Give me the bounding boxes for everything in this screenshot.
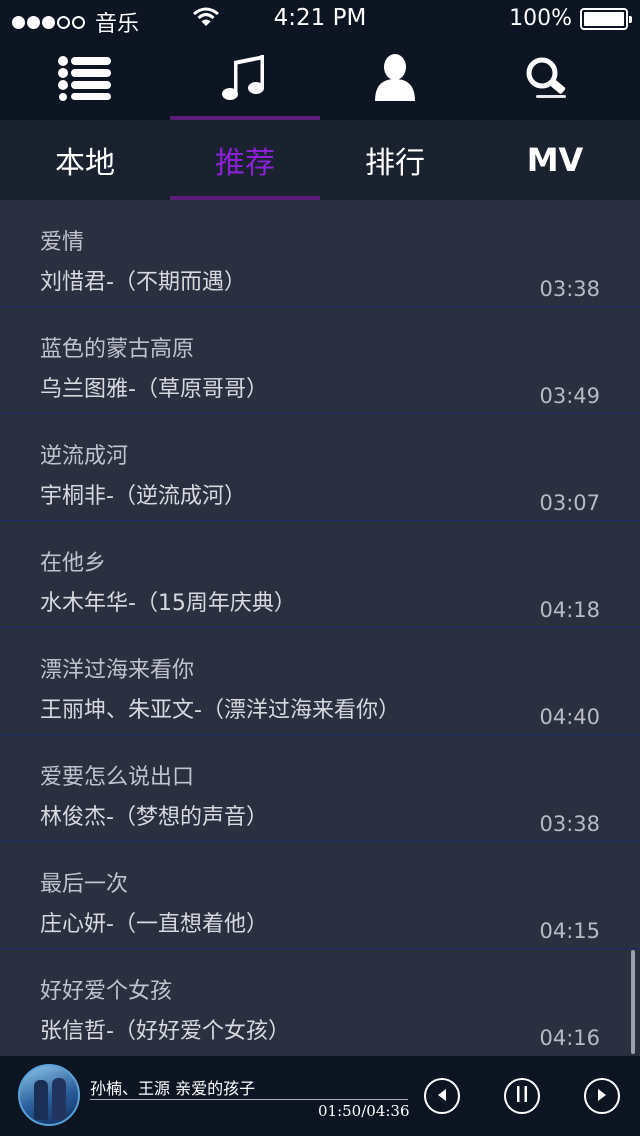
song-artist: 王丽坤、朱亚文-（漂洋过海来看你） <box>40 698 400 723</box>
song-duration: 03:38 <box>539 277 600 301</box>
song-duration: 04:40 <box>539 705 600 729</box>
song-artist: 庄心妍-（一直想着他） <box>40 912 268 937</box>
list-item[interactable]: 在他乡 水木年华-（15周年庆典） 04:18 <box>0 521 640 628</box>
list-item[interactable]: 爱情 刘惜君-（不期而遇） 03:38 <box>0 200 640 307</box>
playback-time: 01:50/04:36 <box>318 1102 410 1120</box>
song-duration: 04:16 <box>539 1026 600 1050</box>
next-icon <box>595 1087 609 1106</box>
battery-icon <box>580 7 632 30</box>
list-item[interactable]: 爱要怎么说出口 林俊杰-（梦想的声音） 03:38 <box>0 735 640 842</box>
album-cover[interactable] <box>18 1064 80 1126</box>
list-item[interactable]: 蓝色的蒙古高原 乌兰图雅-（草原哥哥） 03:49 <box>0 307 640 414</box>
tab-charts[interactable]: 排行 <box>320 120 470 200</box>
list-item[interactable]: 逆流成河 宇桐非-（逆流成河） 03:07 <box>0 414 640 521</box>
song-artist: 张信哲-（好好爱个女孩） <box>40 1019 290 1044</box>
song-title: 逆流成河 <box>40 444 129 469</box>
nav-list-button[interactable] <box>0 40 170 120</box>
song-list: 爱情 刘惜君-（不期而遇） 03:38 蓝色的蒙古高原 乌兰图雅-（草原哥哥） … <box>0 200 640 1056</box>
status-bar: 音乐 4:21 PM 100% <box>0 0 640 40</box>
song-title: 蓝色的蒙古高原 <box>40 337 195 362</box>
song-title: 在他乡 <box>40 551 107 576</box>
tab-local[interactable]: 本地 <box>0 120 170 200</box>
music-note-icon <box>220 53 270 107</box>
tab-recommended[interactable]: 推荐 <box>170 120 320 200</box>
pause-icon <box>515 1085 529 1107</box>
progress-track[interactable] <box>90 1099 408 1100</box>
song-duration: 04:18 <box>539 598 600 622</box>
list-item[interactable]: 好好爱个女孩 张信哲-（好好爱个女孩） 04:16 <box>0 949 640 1056</box>
user-icon <box>375 54 415 106</box>
song-title: 漂洋过海来看你 <box>40 658 195 683</box>
mini-player: 孙楠、王源 亲爱的孩子 01:50/04:36 <box>0 1056 640 1136</box>
list-item[interactable]: 漂洋过海来看你 王丽坤、朱亚文-（漂洋过海来看你） 04:40 <box>0 628 640 735</box>
pause-button[interactable] <box>504 1078 540 1114</box>
tab-mv[interactable]: MV <box>470 120 640 200</box>
list-icon <box>57 55 113 105</box>
song-artist: 乌兰图雅-（草原哥哥） <box>40 377 268 402</box>
song-title: 爱情 <box>40 230 85 255</box>
song-artist: 水木年华-（15周年庆典） <box>40 591 296 616</box>
previous-icon <box>435 1087 449 1106</box>
song-artist: 宇桐非-（逆流成河） <box>40 484 246 509</box>
category-tabs: 本地 推荐 排行 MV <box>0 120 640 200</box>
nav-music-button[interactable] <box>170 40 320 120</box>
next-button[interactable] <box>584 1078 620 1114</box>
nav-search-button[interactable] <box>470 40 620 120</box>
song-duration: 03:07 <box>539 491 600 515</box>
song-duration: 03:38 <box>539 812 600 836</box>
song-title: 好好爱个女孩 <box>40 979 173 1004</box>
song-artist: 刘惜君-（不期而遇） <box>40 270 246 295</box>
song-duration: 04:15 <box>539 919 600 943</box>
list-item[interactable]: 最后一次 庄心妍-（一直想着他） 04:15 <box>0 842 640 949</box>
now-playing-title: 孙楠、王源 亲爱的孩子 <box>90 1079 256 1098</box>
nav-user-button[interactable] <box>320 40 470 120</box>
song-duration: 03:49 <box>539 384 600 408</box>
status-right: 100% <box>509 6 632 31</box>
list-scrollbar[interactable] <box>631 950 635 1054</box>
icon-nav <box>0 40 640 120</box>
search-icon <box>522 55 568 105</box>
song-artist: 林俊杰-（梦想的声音） <box>40 805 268 830</box>
song-title: 最后一次 <box>40 872 129 897</box>
previous-button[interactable] <box>424 1078 460 1114</box>
song-title: 爱要怎么说出口 <box>40 765 195 790</box>
battery-percent: 100% <box>509 6 572 31</box>
